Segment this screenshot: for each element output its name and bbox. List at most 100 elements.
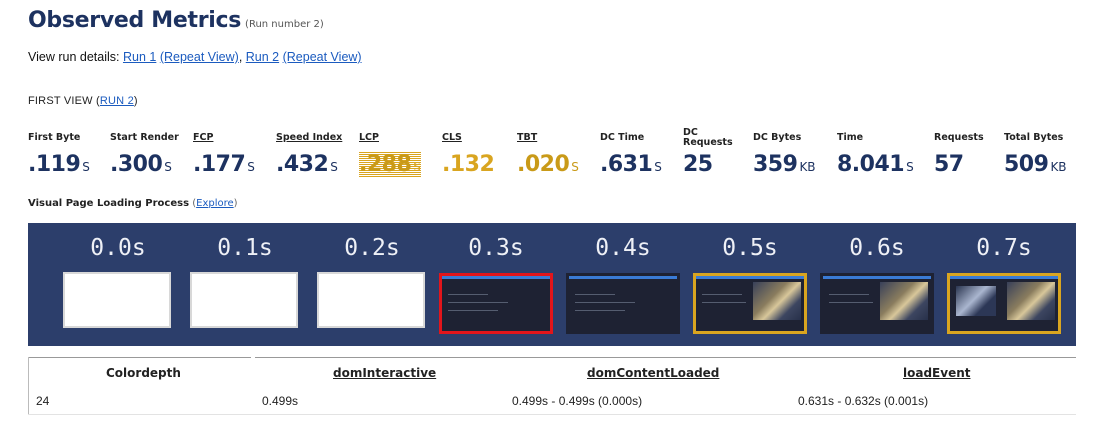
metric-dc-requests: DC Requests 25 xyxy=(683,127,733,178)
metric-dc-time: DC Time .631 S xyxy=(600,128,662,178)
metric-first-byte: First Byte .119 S xyxy=(28,128,90,178)
run-2-heading-link[interactable]: RUN 2 xyxy=(100,95,134,107)
separator: , xyxy=(238,50,246,64)
metric-value: 509 KB xyxy=(1004,152,1067,177)
text-line xyxy=(448,302,508,303)
filmstrip-frame[interactable]: 0.2s xyxy=(309,223,435,346)
frame-thumbnail[interactable] xyxy=(820,273,934,334)
metric-label[interactable]: CLS xyxy=(442,128,496,148)
page-header-bar xyxy=(823,276,931,279)
run-2-link[interactable]: Run 2 xyxy=(246,50,279,64)
run-1-link[interactable]: Run 1 xyxy=(123,50,156,64)
filmstrip-frame[interactable]: 0.1s xyxy=(182,223,308,346)
frame-time: 0.0s xyxy=(90,235,146,261)
cell-domcontentloaded: 0.499s - 0.499s (0.000s) xyxy=(512,394,643,408)
text-line xyxy=(702,294,742,295)
frame-thumbnail[interactable] xyxy=(63,272,171,328)
run-1-repeat-link[interactable]: (Repeat View) xyxy=(160,50,239,64)
page-header-bar xyxy=(442,276,550,279)
text-line xyxy=(702,302,746,303)
run-details-prefix: View run details: xyxy=(28,50,120,64)
metric-tbt[interactable]: TBT .020 S xyxy=(517,128,579,178)
metric-label[interactable]: LCP xyxy=(359,128,421,148)
metric-dc-bytes: DC Bytes 359 KB xyxy=(753,128,816,178)
frame-time: 0.3s xyxy=(468,235,524,261)
text-line xyxy=(575,302,635,303)
hero-image xyxy=(753,282,801,320)
frame-time: 0.4s xyxy=(595,235,651,261)
table-bottom-rule xyxy=(28,414,1076,415)
frame-thumbnail[interactable] xyxy=(190,272,298,328)
table-border xyxy=(28,357,29,414)
header-domcontentloaded[interactable]: domContentLoaded xyxy=(587,366,719,380)
metric-label[interactable]: FCP xyxy=(193,128,255,148)
metric-label: Requests xyxy=(934,132,984,143)
secondary-image xyxy=(956,286,996,316)
metric-total-bytes: Total Bytes 509 KB xyxy=(1004,128,1067,178)
metric-label: DC Bytes xyxy=(753,132,802,143)
run-details: View run details: Run 1 (Repeat View), R… xyxy=(28,50,362,64)
cell-loadevent: 0.631s - 0.632s (0.001s) xyxy=(798,394,929,408)
filmstrip-frame[interactable]: 0.4s xyxy=(560,223,686,346)
header-colordepth: Colordepth xyxy=(106,366,181,380)
filmstrip-frame[interactable]: 0.5s xyxy=(687,223,813,346)
metric-label: Total Bytes xyxy=(1004,132,1064,143)
frame-time: 0.7s xyxy=(976,235,1032,261)
visual-loading-label: Visual Page Loading Process xyxy=(28,198,190,209)
metric-fcp[interactable]: FCP .177 S xyxy=(193,128,255,178)
header-loadevent[interactable]: loadEvent xyxy=(903,366,970,380)
frame-thumbnail[interactable] xyxy=(317,272,425,328)
metric-value: .177 S xyxy=(193,152,255,177)
frame-thumbnail[interactable] xyxy=(439,273,553,334)
text-line xyxy=(448,310,498,311)
frame-thumbnail[interactable] xyxy=(566,273,680,334)
metric-label: DC Requests xyxy=(683,127,733,148)
metric-value: 25 xyxy=(683,152,713,177)
frame-thumbnail[interactable] xyxy=(693,273,807,334)
metric-value: .132 xyxy=(442,152,495,177)
hero-image xyxy=(1007,282,1055,320)
first-view-heading: FIRST VIEW (RUN 2) xyxy=(28,95,138,107)
run-number: (Run number 2) xyxy=(245,19,324,30)
filmstrip: 0.0s 0.1s 0.2s 0.3s 0.4s 0.5s 0.6s 0.7s xyxy=(28,223,1076,346)
text-line xyxy=(575,310,625,311)
table-rule xyxy=(255,357,1076,358)
metric-value: 8.041 S xyxy=(837,152,914,177)
first-view-close: ) xyxy=(133,95,138,107)
text-line xyxy=(448,294,488,295)
text-line xyxy=(575,294,615,295)
filmstrip-frame[interactable]: 0.6s xyxy=(814,223,940,346)
page-header-bar xyxy=(950,276,1058,279)
hero-image xyxy=(880,282,928,320)
metric-requests: Requests 57 xyxy=(934,128,984,178)
page-header-bar xyxy=(696,276,804,279)
frame-time: 0.1s xyxy=(217,235,273,261)
frame-time: 0.5s xyxy=(722,235,778,261)
cell-colordepth: 24 xyxy=(36,394,50,408)
metric-value: .288 S xyxy=(359,152,421,177)
visual-loading-heading: Visual Page Loading Process (Explore) xyxy=(28,198,238,209)
metric-label: Time xyxy=(837,132,864,143)
filmstrip-frame[interactable]: 0.0s xyxy=(55,223,181,346)
filmstrip-frame[interactable]: 0.7s xyxy=(941,223,1067,346)
metric-lcp[interactable]: LCP .288 S xyxy=(359,128,421,177)
metric-label[interactable]: TBT xyxy=(517,128,579,148)
run-2-repeat-link[interactable]: (Repeat View) xyxy=(283,50,362,64)
metric-cls[interactable]: CLS .132 xyxy=(442,128,496,178)
metric-value: 57 xyxy=(934,152,964,177)
header-dominteractive[interactable]: domInteractive xyxy=(333,366,436,380)
metric-value: .631 S xyxy=(600,152,662,177)
metric-label: Start Render xyxy=(110,132,179,143)
metric-time: Time 8.041 S xyxy=(837,128,914,178)
metric-label[interactable]: Speed Index xyxy=(276,128,342,148)
frame-thumbnail[interactable] xyxy=(947,273,1061,334)
first-view-label: FIRST VIEW ( xyxy=(28,95,100,107)
paren-close: ) xyxy=(233,198,238,209)
metric-value: .432 S xyxy=(276,152,338,177)
filmstrip-frame[interactable]: 0.3s xyxy=(433,223,559,346)
page-title: Observed Metrics (Run number 2) xyxy=(28,8,324,33)
metric-value: .300 S xyxy=(110,152,172,177)
metric-value: .020 S xyxy=(517,152,579,177)
explore-link[interactable]: Explore xyxy=(196,198,234,209)
metric-speed-index[interactable]: Speed Index .432 S xyxy=(276,128,342,178)
